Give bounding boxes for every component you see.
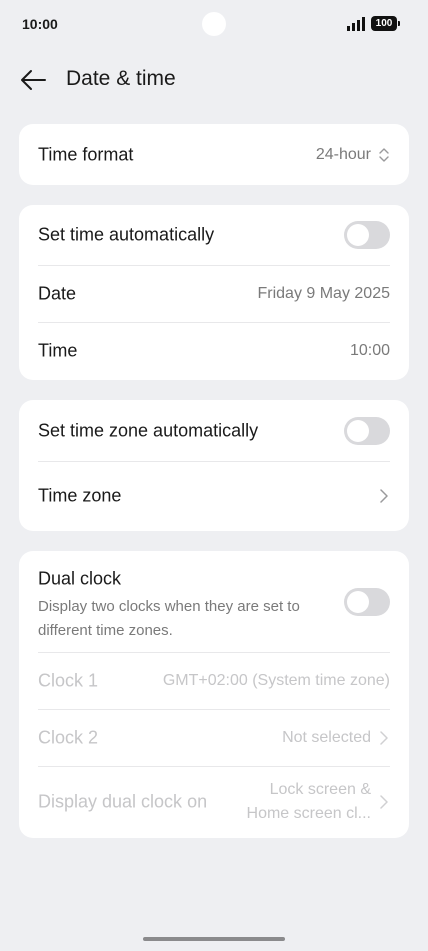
set-time-automatically-label: Set time automatically (38, 224, 215, 245)
page-title: Date & time (66, 67, 176, 90)
dual-clock-card: Dual clock Display two clocks when they … (19, 551, 409, 838)
date-label: Date (38, 283, 77, 303)
display-dual-clock-on-row: Display dual clock on Lock screen & Home… (19, 766, 409, 838)
dual-clock-toggle[interactable] (344, 587, 390, 616)
dual-clock-label: Dual clock (38, 568, 122, 589)
home-indicator[interactable] (143, 937, 285, 941)
battery-icon: 100 (371, 16, 400, 31)
display-dual-clock-on-value: Lock screen & Home screen cl... (247, 778, 371, 826)
status-bar: 10:00 100 (0, 0, 428, 48)
clock-2-row: Clock 2 Not selected (19, 709, 409, 766)
date-value: Friday 9 May 2025 (257, 284, 390, 302)
chevron-right-icon (380, 795, 388, 809)
toggle-knob (347, 419, 369, 442)
up-down-chevron-icon (379, 147, 389, 162)
time-row[interactable]: Time 10:00 (19, 322, 409, 379)
set-time-zone-automatically-row[interactable]: Set time zone automatically (19, 400, 409, 461)
time-value: 10:00 (349, 341, 390, 359)
clock-1-row: Clock 1 GMT+02:00 (System time zone) (19, 652, 409, 709)
dual-clock-row[interactable]: Dual clock Display two clocks when they … (19, 551, 409, 652)
chevron-right-icon (380, 730, 388, 745)
chevron-right-icon (380, 489, 388, 503)
clock-2-value: Not selected (282, 728, 371, 746)
display-dual-clock-on-value-line2: Home screen cl... (246, 805, 371, 822)
auto-time-card: Set time automatically Date Friday 9 May… (19, 205, 409, 380)
back-arrow-icon[interactable] (18, 66, 48, 94)
set-time-automatically-toggle[interactable] (344, 221, 390, 249)
clock-1-value: GMT+02:00 (System time zone) (162, 671, 390, 689)
display-dual-clock-on-value-line1: Lock screen & (269, 781, 371, 798)
time-format-label: Time format (38, 144, 134, 164)
time-zone-label: Time zone (38, 485, 122, 506)
toggle-knob (347, 224, 369, 246)
status-time: 10:00 (22, 16, 58, 32)
clock-1-label: Clock 1 (38, 670, 99, 690)
signal-icon (347, 17, 365, 31)
front-camera (202, 12, 226, 36)
time-label: Time (38, 340, 78, 360)
display-dual-clock-on-label: Display dual clock on (38, 791, 208, 812)
set-time-zone-automatically-toggle[interactable] (344, 416, 390, 445)
set-time-automatically-row[interactable]: Set time automatically (19, 205, 409, 265)
toggle-knob (347, 590, 369, 613)
clock-2-label: Clock 2 (38, 727, 99, 747)
dual-clock-description: Display two clocks when they are set to … (38, 598, 300, 639)
header: Date & time (0, 60, 428, 100)
date-row[interactable]: Date Friday 9 May 2025 (19, 265, 409, 322)
time-format-row[interactable]: Time format 24-hour (19, 124, 409, 185)
timezone-card: Set time zone automatically Time zone (19, 400, 409, 531)
time-format-value: 24-hour (315, 145, 371, 163)
set-time-zone-automatically-label: Set time zone automatically (38, 420, 259, 440)
time-zone-row[interactable]: Time zone (19, 461, 409, 531)
time-format-card: Time format 24-hour (19, 124, 409, 185)
